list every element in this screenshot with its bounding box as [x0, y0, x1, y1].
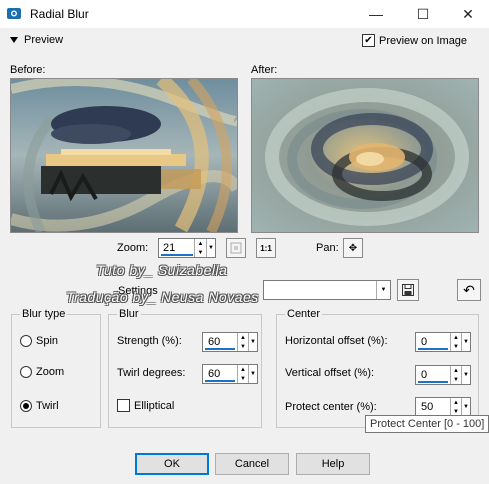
twirl-value: 60 [208, 368, 221, 380]
zoom-dropdown-icon[interactable]: ▼ [206, 239, 215, 257]
preview-on-image-label: Preview on Image [379, 34, 468, 47]
protect-center-dropdown-icon[interactable]: ▼ [461, 398, 470, 416]
vertical-offset-underline [418, 381, 448, 383]
chevron-down-icon[interactable]: ▼ [376, 281, 390, 299]
pan-label: Pan: [316, 242, 339, 254]
protect-center-label: Protect center (%): [285, 401, 377, 413]
horizontal-offset-dropdown-icon[interactable]: ▼ [461, 333, 470, 351]
zoom-underline [161, 254, 193, 256]
app-icon [7, 8, 21, 19]
collapse-triangle-icon [10, 37, 18, 43]
move-arrows-icon: ✥ [348, 242, 358, 254]
watermark-line-1: Tuto by_ Suizabella [96, 262, 228, 278]
zoom-label: Zoom: [117, 242, 149, 254]
zoom-input[interactable]: 21 ▲ ▼ ▼ [158, 238, 216, 258]
spin-down-icon[interactable]: ▼ [451, 342, 461, 351]
radio-circle-icon [20, 366, 32, 378]
radio-circle-icon [20, 335, 32, 347]
spin-up-icon[interactable]: ▲ [195, 239, 206, 248]
horizontal-offset-spinner[interactable]: ▲ ▼ [450, 333, 461, 351]
radio-zoom-label: Zoom [36, 366, 65, 378]
horizontal-offset-input[interactable]: 0 ▲ ▼ ▼ [415, 332, 471, 352]
horizontal-offset-label: Horizontal offset (%): [285, 335, 388, 347]
after-preview-image [251, 78, 479, 233]
checkbox-icon [117, 399, 130, 412]
spin-down-icon[interactable]: ▼ [195, 248, 206, 257]
preview-toggle[interactable]: Preview [10, 34, 63, 46]
spin-down-icon[interactable]: ▼ [451, 375, 461, 384]
zoom-spinner[interactable]: ▲ ▼ [194, 239, 206, 257]
window-title: Radial Blur [30, 7, 89, 21]
zoom-100-button[interactable]: 1:1 [256, 238, 276, 258]
spin-up-icon[interactable]: ▲ [238, 333, 248, 342]
radio-twirl-label: Twirl [36, 400, 59, 412]
save-preset-button[interactable] [397, 279, 419, 301]
maximize-button[interactable]: ☐ [402, 0, 444, 28]
reset-button[interactable]: ↶ [457, 279, 481, 301]
strength-underline [205, 348, 235, 350]
radio-twirl[interactable]: Twirl [20, 400, 59, 412]
vertical-offset-dropdown-icon[interactable]: ▼ [461, 366, 470, 384]
strength-dropdown-icon[interactable]: ▼ [248, 333, 257, 351]
preview-on-image-checkbox[interactable]: ✔ Preview on Image [362, 34, 467, 47]
zoom-to-fit-button[interactable] [226, 238, 246, 258]
radio-spin-label: Spin [36, 335, 59, 347]
after-label: After: [251, 64, 278, 76]
twirl-label: Twirl degrees: [117, 367, 186, 379]
blur-type-group: Blur type Spin Zoom Twirl [11, 308, 101, 428]
cancel-button[interactable]: Cancel [215, 453, 289, 475]
blur-title: Blur [117, 308, 141, 320]
center-title: Center [285, 308, 323, 320]
close-button[interactable]: ✕ [447, 0, 489, 28]
before-label: Before: [10, 64, 46, 76]
spin-up-icon[interactable]: ▲ [451, 398, 461, 407]
vertical-offset-input[interactable]: 0 ▲ ▼ ▼ [415, 365, 471, 385]
elliptical-checkbox[interactable]: Elliptical [117, 399, 174, 412]
help-button[interactable]: Help [296, 453, 370, 475]
radio-spin[interactable]: Spin [20, 335, 58, 347]
horizontal-offset-value: 0 [421, 336, 428, 348]
protect-center-spinner[interactable]: ▲ ▼ [450, 398, 461, 416]
vertical-offset-spinner[interactable]: ▲ ▼ [450, 366, 461, 384]
save-icon [402, 284, 414, 296]
strength-label: Strength (%): [117, 335, 182, 347]
twirl-dropdown-icon[interactable]: ▼ [248, 365, 257, 383]
spin-down-icon[interactable]: ▼ [238, 374, 248, 383]
strength-input[interactable]: 60 ▲ ▼ ▼ [202, 332, 258, 352]
center-group: Center Horizontal offset (%): 0 ▲ ▼ ▼ Ver… [276, 308, 479, 428]
twirl-underline [205, 380, 235, 382]
checkmark-icon: ✔ [362, 34, 375, 47]
protect-center-value: 50 [421, 401, 434, 413]
radio-selected-icon [20, 400, 32, 412]
strength-spinner[interactable]: ▲ ▼ [237, 333, 248, 351]
spin-up-icon[interactable]: ▲ [451, 366, 461, 375]
vertical-offset-label: Vertical offset (%): [285, 367, 375, 379]
radio-zoom[interactable]: Zoom [20, 366, 64, 378]
fit-icon [230, 242, 242, 254]
watermark-line-2: Tradução by_ Neusa Novaes [66, 289, 259, 305]
pan-button[interactable]: ✥ [343, 238, 363, 258]
before-preview-image[interactable] [10, 78, 238, 233]
vertical-offset-value: 0 [421, 369, 428, 381]
tooltip: Protect Center [0 - 100] [365, 415, 489, 433]
spin-up-icon[interactable]: ▲ [238, 365, 248, 374]
twirl-input[interactable]: 60 ▲ ▼ ▼ [202, 364, 258, 384]
reset-icon: ↶ [463, 281, 475, 298]
twirl-spinner[interactable]: ▲ ▼ [237, 365, 248, 383]
zoom-value: 21 [163, 242, 176, 254]
elliptical-label: Elliptical [134, 399, 175, 412]
blur-type-title: Blur type [20, 308, 68, 320]
ok-button[interactable]: OK [135, 453, 209, 475]
blur-group: Blur Strength (%): 60 ▲ ▼ ▼ Twirl degrees… [108, 308, 262, 428]
settings-dropdown[interactable]: ▼ [263, 280, 391, 300]
spin-up-icon[interactable]: ▲ [451, 333, 461, 342]
strength-value: 60 [208, 336, 221, 348]
title-bar: Radial Blur — ☐ ✕ [0, 0, 489, 28]
spin-down-icon[interactable]: ▼ [238, 342, 248, 351]
minimize-button[interactable]: — [355, 0, 397, 28]
protect-center-input[interactable]: 50 ▲ ▼ ▼ [415, 397, 471, 417]
horizontal-offset-underline [418, 348, 448, 350]
preview-label: Preview [24, 34, 64, 46]
